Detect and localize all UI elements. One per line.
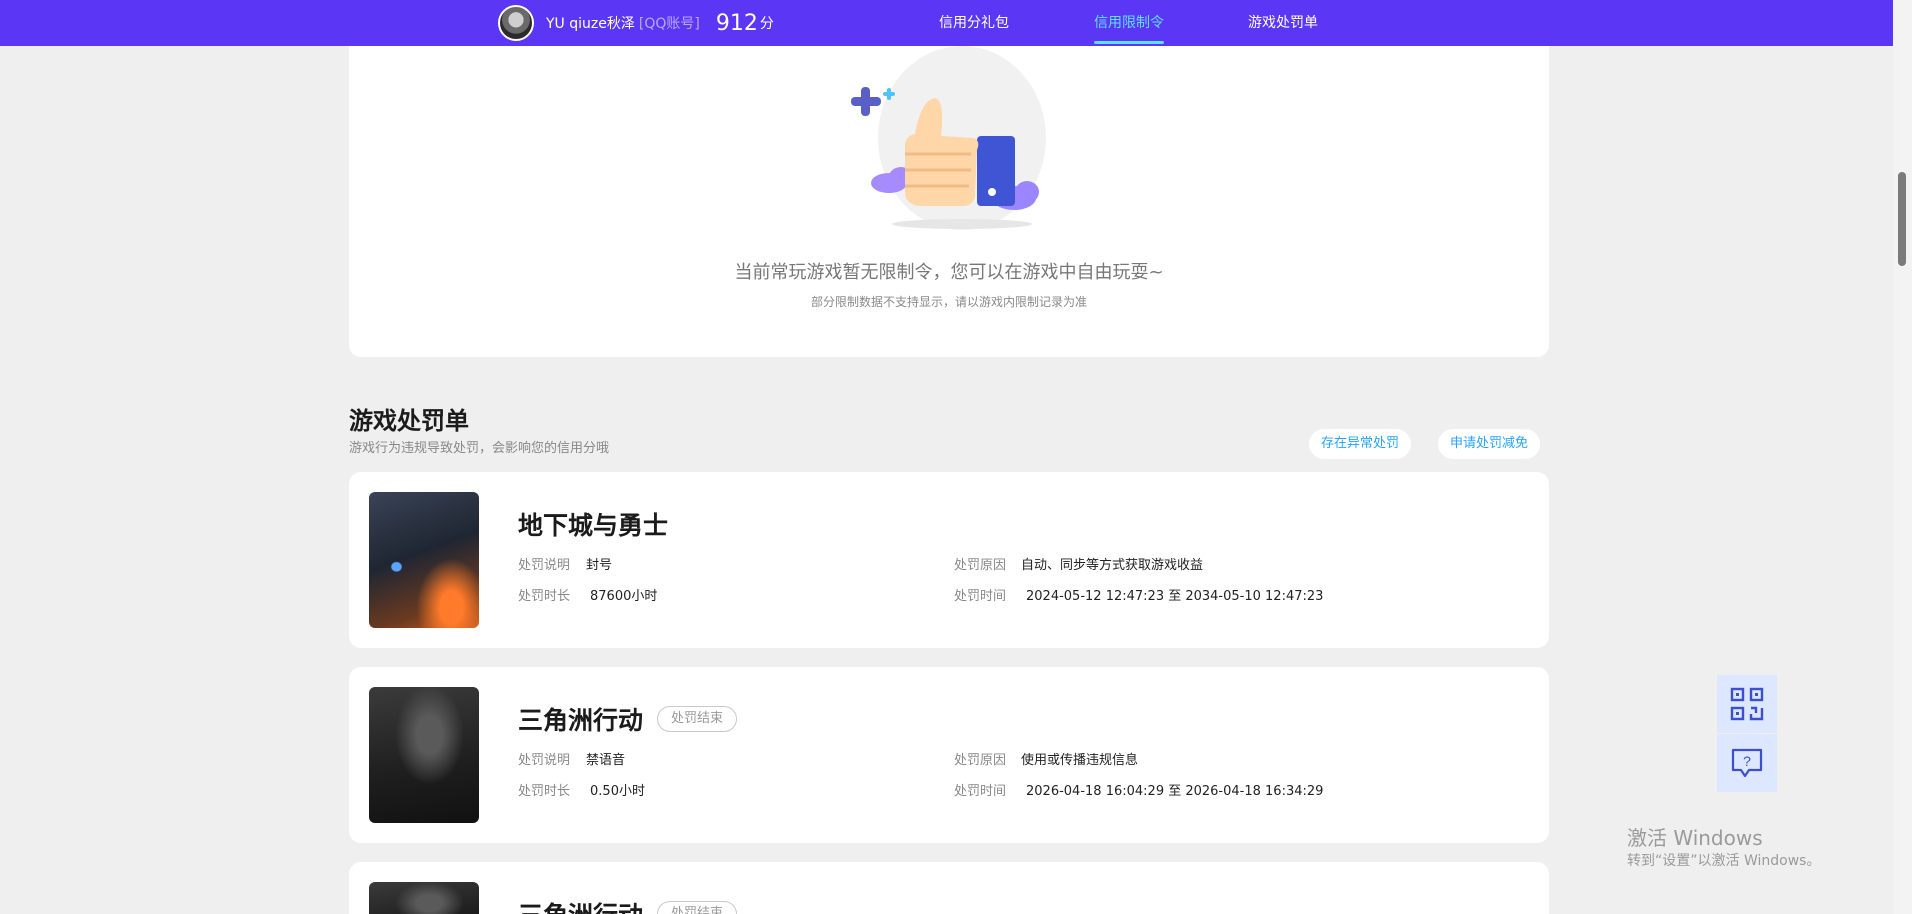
penalty-desc-label: 处罚说明 — [518, 558, 571, 573]
feedback-icon: ? — [1731, 748, 1763, 778]
penalty-duration-row: 处罚时长 0.50小时 — [518, 780, 645, 799]
penalty-desc-row: 处罚说明 封号 — [518, 554, 612, 573]
feedback-button[interactable]: ? — [1717, 734, 1777, 792]
section-subtitle: 游戏行为违规导致处罚，会影响您的信用分哦 — [349, 441, 610, 456]
game-name: 地下城与勇士 — [518, 506, 668, 542]
vertical-scrollbar[interactable] — [1893, 0, 1912, 914]
penalty-desc-value: 禁语音 — [586, 753, 626, 768]
credit-score: 912 — [715, 10, 758, 36]
game-name: 三角洲行动 处罚结束 — [518, 701, 738, 737]
penalty-time-row: 处罚时间 2024-05-12 12:47:23 至 2034-05-10 12… — [954, 585, 1323, 604]
game-name: 三角洲行动 处罚结束 — [518, 896, 738, 914]
nav-game-penalty[interactable]: 游戏处罚单 — [1248, 0, 1318, 46]
penalty-time-label: 处罚时间 — [954, 784, 1007, 799]
penalty-time-value: 2026-04-18 16:04:29 至 2026-04-18 16:34:2… — [1026, 784, 1324, 799]
penalty-reason-label: 处罚原因 — [954, 753, 1007, 768]
penalty-reason-row: 处罚原因 自动、同步等方式获取游戏收益 — [954, 554, 1203, 573]
penalty-reason-row: 处罚原因 使用或传播违规信息 — [954, 749, 1138, 768]
game-cover-image — [369, 492, 479, 628]
section-title: 游戏处罚单 — [349, 407, 469, 435]
penalty-duration-value: 87600小时 — [590, 589, 658, 604]
penalty-time-value: 2024-05-12 12:47:23 至 2034-05-10 12:47:2… — [1026, 589, 1324, 604]
game-cover-image — [369, 882, 479, 914]
svg-text:?: ? — [1743, 753, 1751, 769]
qr-code-button[interactable] — [1717, 675, 1777, 733]
nav-credit-restriction[interactable]: 信用限制令 — [1094, 0, 1164, 46]
username: YU qiuze秋泽 — [546, 16, 635, 32]
empty-state-subtitle: 部分限制数据不支持显示，请以游戏内限制记录为准 — [810, 295, 1087, 309]
game-name-text: 三角洲行动 — [518, 706, 644, 735]
game-cover-image — [369, 687, 479, 823]
restriction-empty-card: 当前常玩游戏暂无限制令，您可以在游戏中自由玩耍~ 部分限制数据不支持显示，请以游… — [349, 46, 1549, 357]
penalty-card: 三角洲行动 处罚结束 — [349, 862, 1549, 914]
penalty-reason-value: 自动、同步等方式获取游戏收益 — [1021, 558, 1204, 573]
penalty-desc-value: 封号 — [586, 558, 613, 573]
game-name-text: 地下城与勇士 — [518, 511, 669, 540]
user-info: YU qiuze秋泽 [QQ账号] 912 分 — [498, 5, 774, 41]
penalty-card: 三角洲行动 处罚结束 处罚说明 禁语音 处罚原因 使用或传播违规信息 处罚时长 … — [349, 667, 1549, 843]
penalty-reason-value: 使用或传播违规信息 — [1021, 753, 1139, 768]
thumbs-up-icon — [851, 46, 1046, 230]
penalty-desc-label: 处罚说明 — [518, 753, 571, 768]
credit-score-unit: 分 — [759, 16, 774, 32]
penalty-desc-row: 处罚说明 禁语音 — [518, 749, 625, 768]
penalty-duration-label: 处罚时长 — [518, 784, 571, 799]
account-type: [QQ账号] — [638, 16, 700, 32]
penalty-card: 地下城与勇士 处罚说明 封号 处罚原因 自动、同步等方式获取游戏收益 处罚时长 … — [349, 472, 1549, 648]
apply-reduction-button[interactable]: 申请处罚减免 — [1438, 429, 1541, 459]
top-nav-bar: YU qiuze秋泽 [QQ账号] 912 分 信用分礼包 信用限制令 游戏处罚… — [0, 0, 1893, 46]
penalty-time-label: 处罚时间 — [954, 589, 1007, 604]
penalty-duration-row: 处罚时长 87600小时 — [518, 585, 657, 604]
windows-watermark-title: 激活 Windows — [1627, 826, 1763, 850]
penalty-time-row: 处罚时间 2026-04-18 16:04:29 至 2026-04-18 16… — [954, 780, 1323, 799]
empty-state-title: 当前常玩游戏暂无限制令，您可以在游戏中自由玩耍~ — [734, 262, 1164, 283]
penalty-reason-label: 处罚原因 — [954, 558, 1007, 573]
nav-credit-gift[interactable]: 信用分礼包 — [939, 0, 1009, 46]
qr-code-icon — [1730, 687, 1764, 721]
avatar[interactable] — [498, 5, 534, 41]
penalty-duration-label: 处罚时长 — [518, 589, 571, 604]
scrollbar-thumb[interactable] — [1898, 172, 1906, 266]
status-badge: 处罚结束 — [657, 706, 738, 732]
game-name-text: 三角洲行动 — [518, 896, 643, 914]
windows-watermark-subtitle: 转到“设置”以激活 Windows。 — [1627, 853, 1821, 869]
abnormal-penalty-button[interactable]: 存在异常处罚 — [1309, 429, 1412, 459]
status-badge: 处罚结束 — [657, 901, 738, 914]
penalty-duration-value: 0.50小时 — [590, 784, 645, 799]
